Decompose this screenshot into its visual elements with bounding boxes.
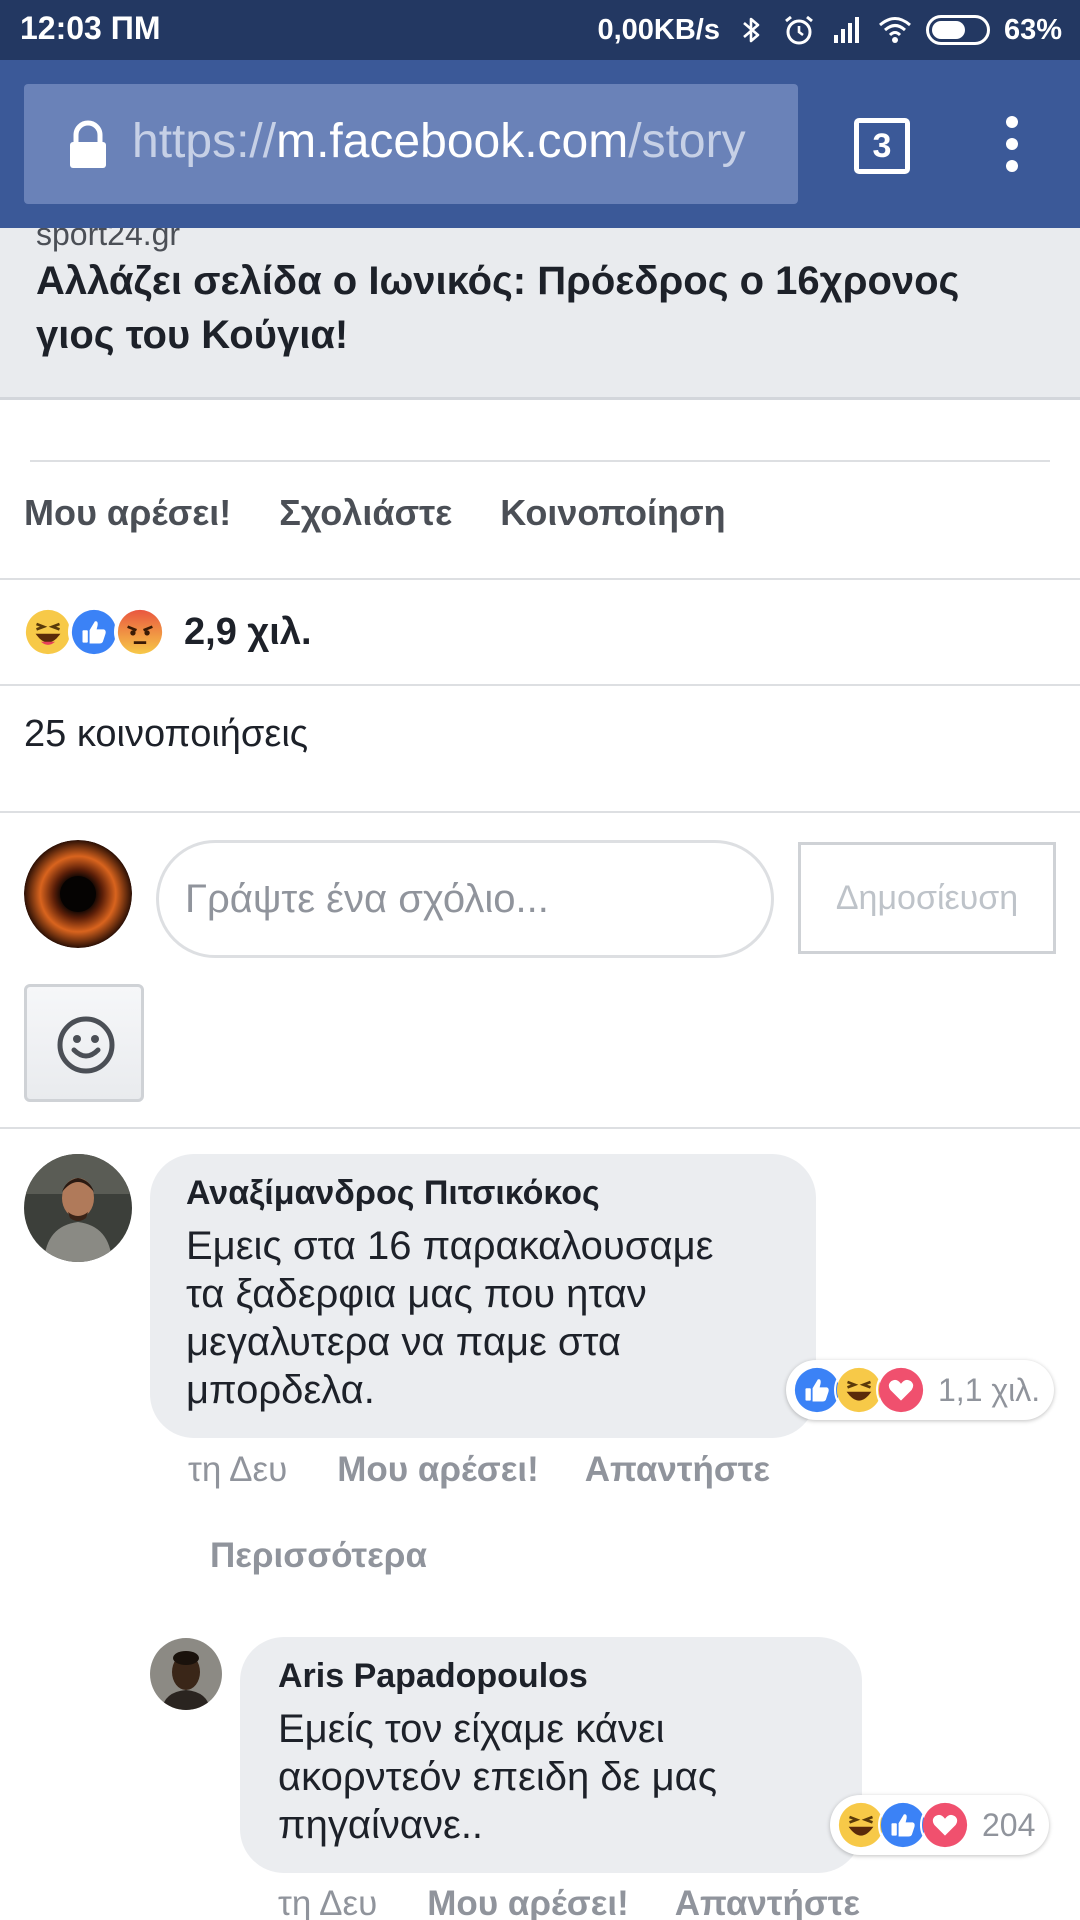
reaction-count: 2,9 χιλ.	[184, 610, 312, 653]
comment-meta: τη Δευ Μου αρέσει! Απαντήστε	[188, 1450, 816, 1490]
comment-text: Εμεις στα 16 παρακαλουσαμε τα ξαδερφια μ…	[186, 1224, 714, 1412]
divider	[30, 460, 1050, 462]
comment-like-button[interactable]: Μου αρέσει!	[337, 1450, 539, 1490]
signal-icon	[830, 13, 864, 47]
comment-input[interactable]	[159, 843, 771, 955]
comment-button[interactable]: Σχολιάστε	[279, 492, 452, 534]
comment-input-wrapper	[156, 840, 774, 958]
comment-reply-button[interactable]: Απαντήστε	[675, 1884, 860, 1920]
shares-count[interactable]: 25 κοινοποιήσεις	[24, 713, 308, 756]
lock-icon	[70, 120, 106, 168]
commenter-avatar[interactable]	[24, 1154, 132, 1262]
post-actions: Μου αρέσει! Σχολιάστε Κοινοποίηση	[24, 492, 726, 534]
comment-author[interactable]: Aris Papadopoulos	[278, 1657, 588, 1696]
divider	[0, 1127, 1080, 1129]
like-button[interactable]: Μου αρέσει!	[24, 492, 231, 534]
url-text: https://m.facebook.com/story	[132, 115, 746, 168]
comment-reaction-count: 204	[982, 1806, 1036, 1843]
comment-text: Εμείς τον είχαμε κάνει ακορντεόν επειδη …	[278, 1707, 718, 1847]
browser-toolbar: https://m.facebook.com/story 3	[0, 60, 1080, 228]
comment-timestamp[interactable]: τη Δευ	[188, 1450, 287, 1490]
comment-reply-button[interactable]: Απαντήστε	[585, 1450, 770, 1490]
comment-bubble[interactable]: Αναξίμανδρος Πιτσικόκος Εμεις στα 16 παρ…	[150, 1154, 816, 1438]
overflow-menu-icon[interactable]	[994, 116, 1030, 176]
link-domain: sport24.gr	[36, 228, 181, 252]
bluetooth-icon	[734, 13, 768, 47]
love-reaction-icon	[876, 1365, 926, 1415]
smiley-icon	[57, 1016, 115, 1074]
post-button[interactable]: Δημοσίευση	[798, 842, 1056, 954]
reactions-summary[interactable]: 2,9 χιλ.	[22, 606, 312, 658]
link-headline: Αλλάζει σελίδα ο Ιωνικός: Πρόεδρος ο 16χ…	[36, 259, 960, 357]
comment-timestamp[interactable]: τη Δευ	[278, 1884, 377, 1920]
comment-like-button[interactable]: Μου αρέσει!	[427, 1884, 629, 1920]
love-reaction-icon	[920, 1800, 970, 1850]
link-preview-card[interactable]: sport24.gr Αλλάζει σελίδα ο Ιωνικός: Πρό…	[0, 228, 1080, 400]
net-speed: 0,00KB/s	[597, 13, 720, 46]
wifi-icon	[878, 13, 912, 47]
tab-switcher-button[interactable]: 3	[854, 118, 910, 174]
divider	[0, 684, 1080, 686]
url-bar[interactable]: https://m.facebook.com/story	[24, 84, 798, 204]
battery-icon	[925, 15, 990, 45]
battery-percent: 63%	[1003, 13, 1062, 46]
comment-author[interactable]: Αναξίμανδρος Πιτσικόκος	[186, 1174, 600, 1213]
status-bar: 12:03 ΠΜ 0,00KB/s 63%	[0, 0, 1080, 60]
comment-meta: τη Δευ Μου αρέσει! Απαντήστε	[278, 1884, 906, 1920]
more-replies-link[interactable]: Περισσότερα	[210, 1536, 427, 1576]
comment-reactions[interactable]: 204	[830, 1795, 1050, 1855]
sticker-button[interactable]	[24, 984, 144, 1102]
divider	[0, 811, 1080, 813]
comment-reaction-count: 1,1 χιλ.	[938, 1371, 1041, 1408]
share-button[interactable]: Κοινοποίηση	[500, 492, 725, 534]
status-time: 12:03 ΠΜ	[20, 10, 161, 46]
like-reaction-icon	[68, 606, 120, 658]
angry-reaction-icon	[114, 606, 166, 658]
alarm-icon	[782, 13, 816, 47]
divider	[0, 578, 1080, 580]
comment-bubble[interactable]: Aris Papadopoulos Εμείς τον είχαμε κάνει…	[240, 1637, 862, 1873]
haha-reaction-icon	[22, 606, 74, 658]
current-user-avatar[interactable]	[24, 840, 132, 948]
comment-reactions[interactable]: 1,1 χιλ.	[786, 1360, 1055, 1420]
commenter-avatar[interactable]	[150, 1638, 222, 1710]
